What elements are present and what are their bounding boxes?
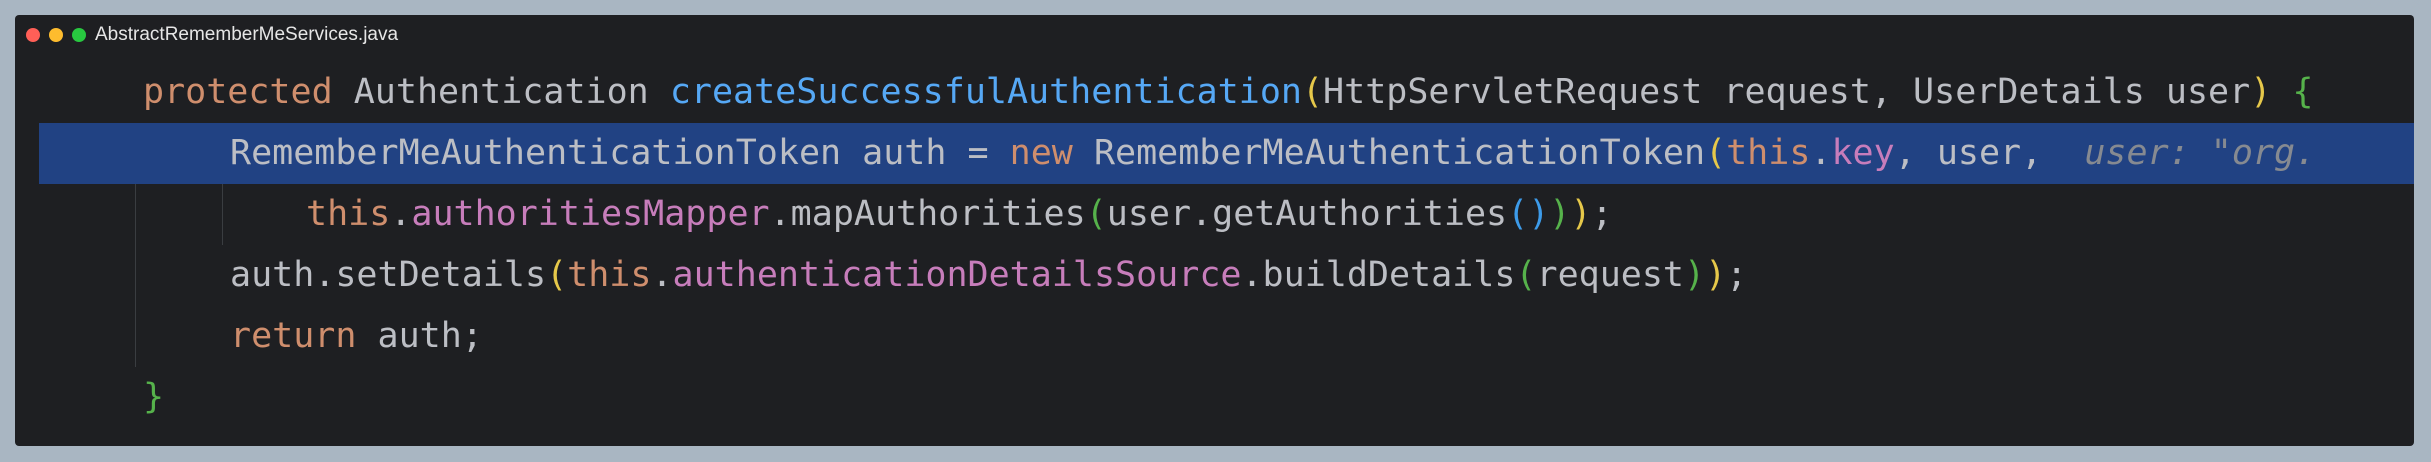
code-token: .mapAuthorities (769, 194, 1086, 234)
code-token: ) (2250, 72, 2272, 112)
code-token: HttpServletRequest request, UserDetails … (1323, 72, 2251, 112)
inline-parameter-hint: user: "org. (2084, 133, 2317, 173)
code-token: protected (143, 72, 333, 112)
file-name: AbstractRememberMeServices.java (95, 24, 399, 45)
code-token: RememberMeAuthenticationToken (1072, 133, 1706, 173)
code-token: ( (1085, 194, 1107, 234)
minimize-window-button[interactable] (49, 28, 63, 42)
code-token: createSuccessfulAuthentication (669, 72, 1302, 112)
code-line-6[interactable]: } (39, 367, 2414, 428)
code-token: RememberMeAuthenticationToken auth = (230, 133, 1010, 173)
code-line-3[interactable]: this.authoritiesMapper.mapAuthorities(us… (39, 184, 2414, 245)
code-token: . (1810, 133, 1832, 173)
code-token: request (1536, 255, 1685, 295)
title-bar: AbstractRememberMeServices.java (15, 15, 2414, 59)
code-token: ( (1507, 194, 1529, 234)
code-token: this (306, 194, 391, 234)
code-token: ( (546, 255, 568, 295)
code-token: ( (1515, 255, 1537, 295)
code-token: new (1009, 133, 1073, 173)
code-token: , user, (1894, 133, 2085, 173)
code-token: ( (1705, 133, 1727, 173)
code-token: ) (1705, 255, 1727, 295)
code-token: Authentication (332, 72, 670, 112)
code-line-4[interactable]: auth.setDetails(this.authenticationDetai… (39, 245, 2414, 306)
code-token: ) (1570, 194, 1592, 234)
code-line-2-selected[interactable]: RememberMeAuthenticationToken auth = new… (39, 123, 2414, 184)
code-token: } (143, 377, 165, 417)
code-token: ) (1684, 255, 1706, 295)
code-line-5[interactable]: return auth; (39, 306, 2414, 367)
code-token: this (567, 255, 652, 295)
code-token: return (230, 316, 357, 356)
code-token: . (390, 194, 412, 234)
code-token: user.getAuthorities (1106, 194, 1508, 234)
code-token: this (1726, 133, 1811, 173)
editor-window: AbstractRememberMeServices.java protecte… (15, 15, 2414, 446)
code-token: auth.setDetails (230, 255, 547, 295)
code-token: key (1831, 133, 1895, 173)
code-area[interactable]: protected Authentication createSuccessfu… (39, 62, 2414, 428)
maximize-window-button[interactable] (72, 28, 86, 42)
code-token: .buildDetails (1241, 255, 1516, 295)
code-token: ; (1591, 194, 1613, 234)
code-token: ) (1549, 194, 1571, 234)
close-window-button[interactable] (26, 28, 40, 42)
code-token: { (2292, 72, 2314, 112)
code-token: . (651, 255, 673, 295)
code-token: auth; (356, 316, 483, 356)
code-token: ) (1528, 194, 1550, 234)
code-line-1[interactable]: protected Authentication createSuccessfu… (39, 62, 2414, 123)
code-token: authenticationDetailsSource (672, 255, 1242, 295)
code-token: authoritiesMapper (411, 194, 770, 234)
code-token: ; (1726, 255, 1748, 295)
code-token: ( (1301, 72, 1324, 112)
